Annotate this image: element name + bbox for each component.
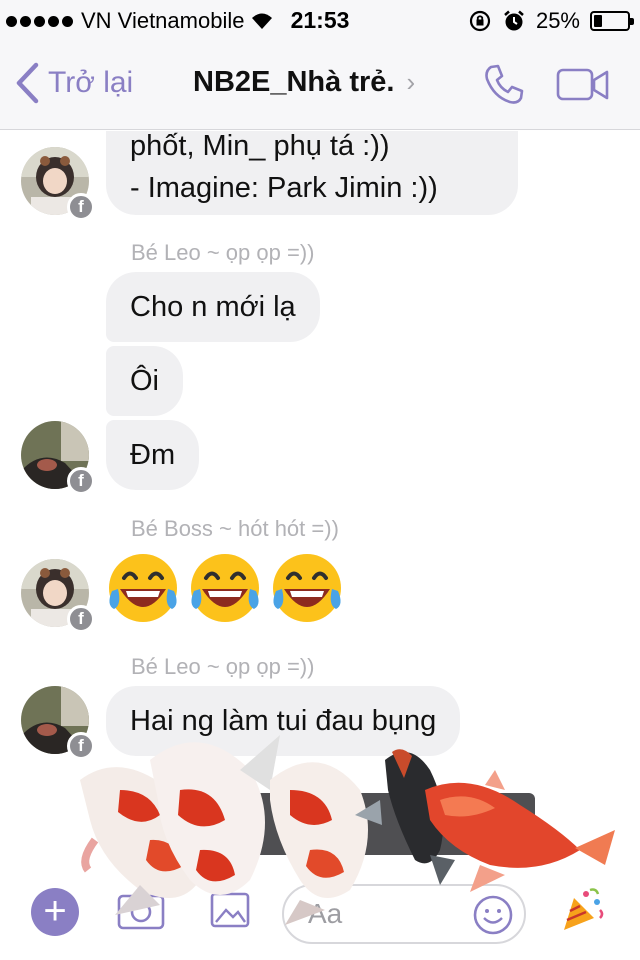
message-bubble[interactable]: Ôi — [106, 346, 183, 416]
video-camera-icon[interactable] — [556, 67, 610, 103]
message-bubble[interactable]: phốt, Min_ phụ tá :)) - Imagine: Park Ji… — [106, 131, 518, 215]
battery-icon — [590, 11, 634, 31]
message-text: Ôi — [130, 365, 159, 397]
sender-name: Bé Leo ~ ọp ọp =)) — [131, 240, 315, 265]
composer-bar: + — [0, 872, 640, 960]
phone-icon[interactable] — [482, 62, 526, 106]
plus-button[interactable]: + — [31, 888, 79, 936]
status-bar: VN Vietnamobile 21:53 25% — [0, 0, 640, 40]
sender-name: Bé Leo ~ ọp ọp =)) — [131, 654, 315, 679]
message-input-container[interactable] — [282, 884, 526, 944]
party-popper-icon[interactable] — [560, 886, 604, 934]
avatar-be-boss[interactable]: f — [21, 147, 95, 221]
outgoing-message-bubble[interactable] — [230, 793, 535, 855]
conversation-title-button[interactable]: NB2E_Nhà trẻ. › — [193, 66, 415, 99]
tears-of-joy-emoji-icon — [109, 554, 177, 622]
message-bubble[interactable]: Cho n mới lạ — [106, 272, 320, 342]
smiley-icon[interactable] — [472, 894, 514, 936]
message-bubble[interactable]: Đm — [106, 420, 200, 490]
status-right: 25% — [468, 8, 634, 34]
back-chevron-icon — [16, 62, 39, 104]
facebook-badge-icon: f — [67, 193, 95, 221]
message-text: phốt, Min_ phụ tá :)) — [130, 131, 390, 162]
emoji-message[interactable] — [104, 549, 346, 627]
battery-percent: 25% — [535, 8, 580, 33]
tears-of-joy-emoji-icon — [191, 554, 259, 622]
conversation-title: NB2E_Nhà trẻ. — [193, 66, 395, 98]
facebook-badge-icon: f — [67, 732, 95, 760]
message-text: Hai ng làm tui đau bụng — [130, 705, 437, 737]
facebook-badge-icon: f — [67, 467, 95, 495]
avatar-be-leo[interactable]: f — [21, 686, 95, 760]
facebook-badge-icon: f — [67, 605, 95, 633]
camera-icon[interactable] — [117, 890, 165, 930]
back-label: Trở lại — [48, 66, 134, 99]
gallery-icon[interactable] — [210, 890, 250, 930]
message-text: Cho n mới lạ — [130, 291, 296, 323]
title-chevron-icon: › — [406, 67, 416, 97]
back-button[interactable]: Trở lại — [14, 62, 133, 104]
message-list[interactable]: f phốt, Min_ phụ tá :)) - Imagine: Park … — [0, 131, 640, 871]
sender-name: Bé Boss ~ hót hót =)) — [131, 516, 339, 541]
message-bubble[interactable]: Hai ng làm tui đau bụng — [106, 686, 461, 756]
alarm-icon — [504, 10, 524, 31]
message-text: Đm — [130, 439, 176, 471]
avatar-be-leo[interactable]: f — [21, 421, 95, 495]
message-text: - Imagine: Park Jimin :)) — [130, 172, 438, 205]
message-input[interactable] — [308, 896, 468, 932]
lock-rotation-icon — [469, 10, 491, 32]
navigation-bar: Trở lại NB2E_Nhà trẻ. › — [0, 40, 640, 130]
tears-of-joy-emoji-icon — [273, 554, 341, 622]
avatar-be-boss[interactable]: f — [21, 559, 95, 633]
